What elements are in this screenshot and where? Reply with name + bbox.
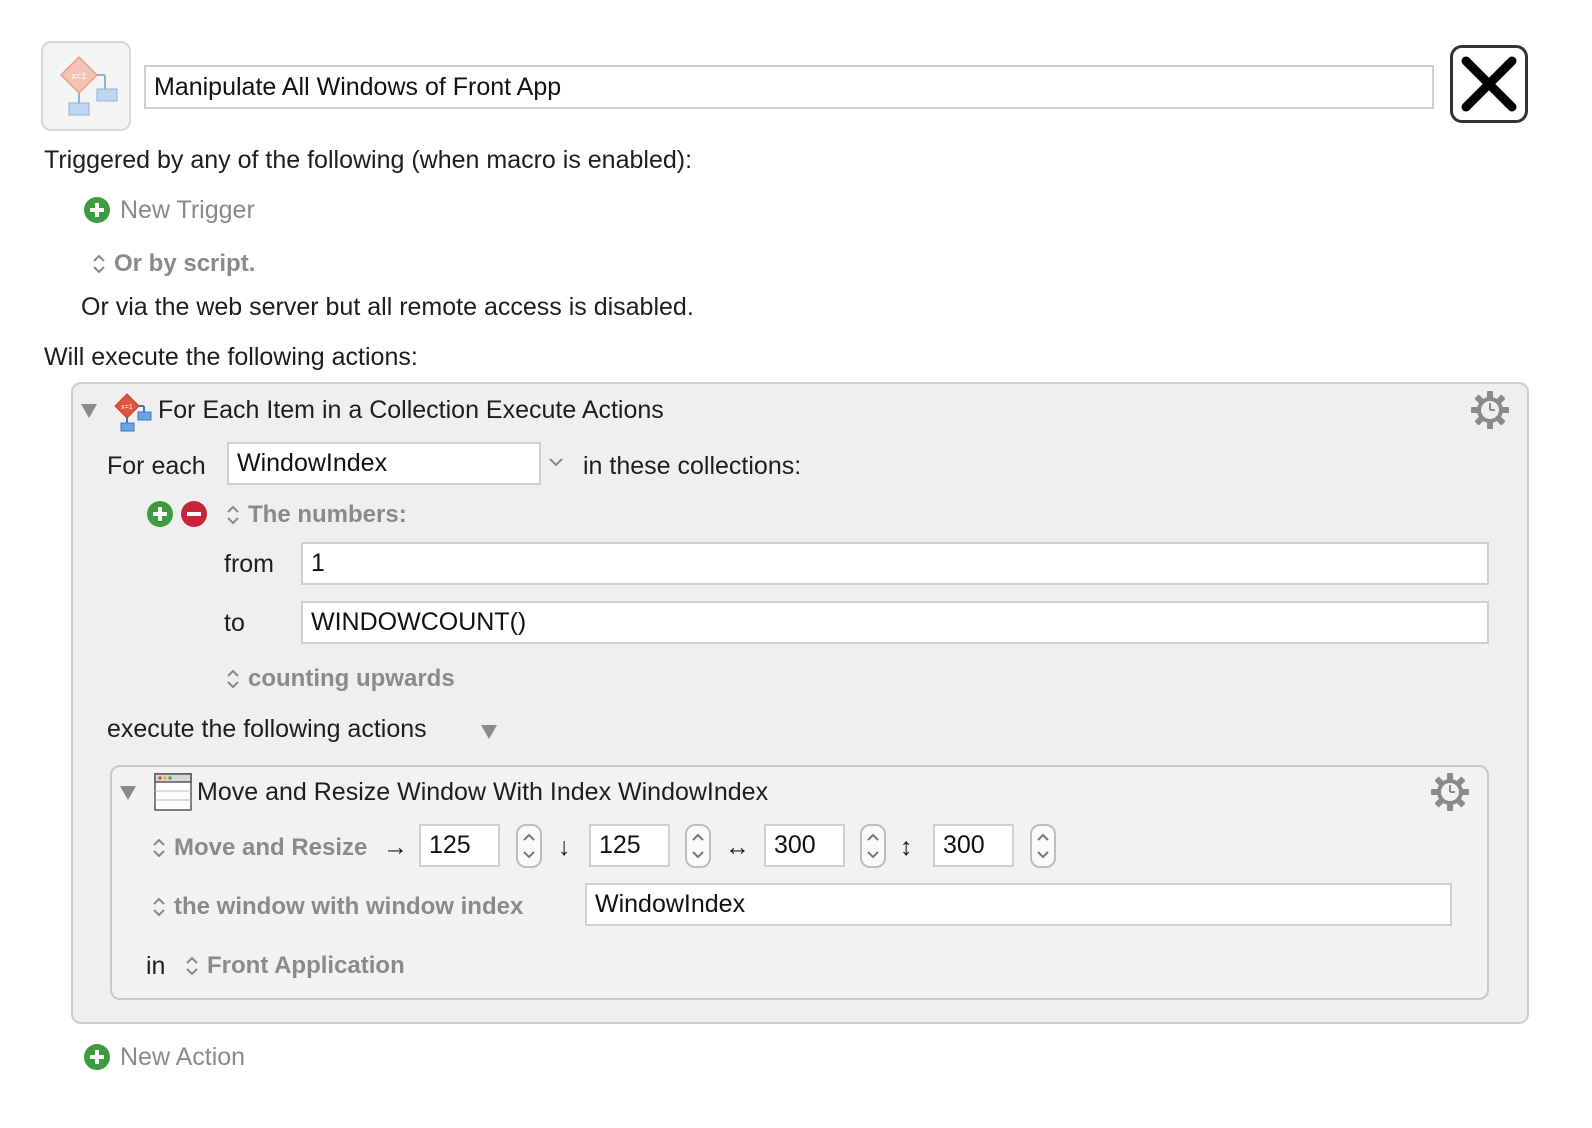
new-trigger-button[interactable]: New Trigger <box>83 195 255 225</box>
y-stepper[interactable] <box>685 824 711 868</box>
add-icon <box>84 197 110 223</box>
new-action-label: New Action <box>120 1042 246 1071</box>
updown-icon <box>227 505 239 525</box>
window-selector-label: the window with window index <box>174 893 524 920</box>
updown-icon <box>153 897 165 917</box>
direction-label: counting upwards <box>248 665 455 692</box>
application-popup[interactable]: Front Application <box>183 952 405 980</box>
actions-heading: Will execute the following actions: <box>44 343 418 371</box>
x-field[interactable]: 125 <box>419 824 500 867</box>
window-index-field[interactable]: WindowIndex <box>585 883 1452 926</box>
add-collection-button[interactable] <box>146 500 174 528</box>
window-icon <box>154 773 192 811</box>
application-label: Front Application <box>207 952 405 979</box>
move-resize-disclosure-triangle-icon[interactable] <box>120 786 136 800</box>
y-arrow-label: ↓ <box>558 833 571 861</box>
updown-icon <box>523 833 535 859</box>
mode-label: Move and Resize <box>174 834 368 861</box>
height-stepper[interactable] <box>1030 824 1056 868</box>
updown-icon <box>867 833 879 859</box>
x-stepper[interactable] <box>516 824 542 868</box>
updown-icon <box>1037 833 1049 859</box>
for-each-action-icon: x=1 <box>114 393 152 432</box>
mode-popup[interactable]: Move and Resize <box>150 834 367 862</box>
width-field[interactable]: 300 <box>764 824 845 867</box>
for-each-label: For each <box>107 452 206 480</box>
updown-icon <box>93 254 105 274</box>
updown-icon <box>227 669 239 689</box>
triggers-heading: Triggered by any of the following (when … <box>44 146 693 174</box>
updown-icon <box>153 838 165 858</box>
add-icon <box>84 1044 110 1070</box>
window-selector-popup[interactable]: the window with window index <box>150 893 523 921</box>
disclosure-triangle-icon[interactable] <box>81 404 97 418</box>
width-arrow-label: ↔ <box>725 833 750 861</box>
macro-name-field[interactable]: Manipulate All Windows of Front App <box>144 65 1434 109</box>
move-resize-gear-icon[interactable] <box>1430 772 1470 812</box>
height-field[interactable]: 300 <box>933 824 1014 867</box>
new-action-button[interactable]: New Action <box>83 1042 245 1072</box>
from-label: from <box>224 550 274 578</box>
variable-field[interactable]: WindowIndex <box>227 442 541 485</box>
width-stepper[interactable] <box>860 824 886 868</box>
in-collections-label: in these collections: <box>583 452 802 480</box>
updown-icon <box>692 833 704 859</box>
close-icon <box>1461 56 1517 112</box>
to-label: to <box>224 609 245 637</box>
macro-flowchart-icon: x=1 <box>59 55 118 116</box>
move-resize-title: Move and Resize Window With Index Window… <box>197 778 769 806</box>
script-trigger-label: Or by script. <box>114 250 256 277</box>
collection-type-popup[interactable]: The numbers: <box>224 501 407 529</box>
for-each-title: For Each Item in a Collection Execute Ac… <box>158 396 664 424</box>
script-trigger-popup[interactable]: Or by script. <box>90 250 255 278</box>
x-arrow-label: → <box>383 833 408 861</box>
execute-disclosure-triangle-icon[interactable] <box>481 725 497 739</box>
collection-type-label: The numbers: <box>248 501 407 528</box>
gear-icon[interactable] <box>1470 390 1510 430</box>
svg-text:x=1: x=1 <box>121 404 133 411</box>
new-trigger-label: New Trigger <box>120 195 255 224</box>
svg-text:x=1: x=1 <box>72 71 87 81</box>
macro-icon[interactable]: x=1 <box>41 41 131 131</box>
web-server-text: Or via the web server but all remote acc… <box>81 293 694 321</box>
direction-popup[interactable]: counting upwards <box>224 665 455 693</box>
chevron-down-icon[interactable] <box>548 456 564 468</box>
in-label: in <box>146 952 166 980</box>
updown-icon <box>186 956 198 976</box>
to-field[interactable]: WINDOWCOUNT() <box>301 601 1489 644</box>
y-field[interactable]: 125 <box>589 824 670 867</box>
execute-actions-label: execute the following actions <box>107 715 427 743</box>
close-button[interactable] <box>1450 45 1528 123</box>
remove-collection-button[interactable] <box>180 500 208 528</box>
from-field[interactable]: 1 <box>301 542 1489 585</box>
height-arrow-label: ↕ <box>900 833 913 861</box>
